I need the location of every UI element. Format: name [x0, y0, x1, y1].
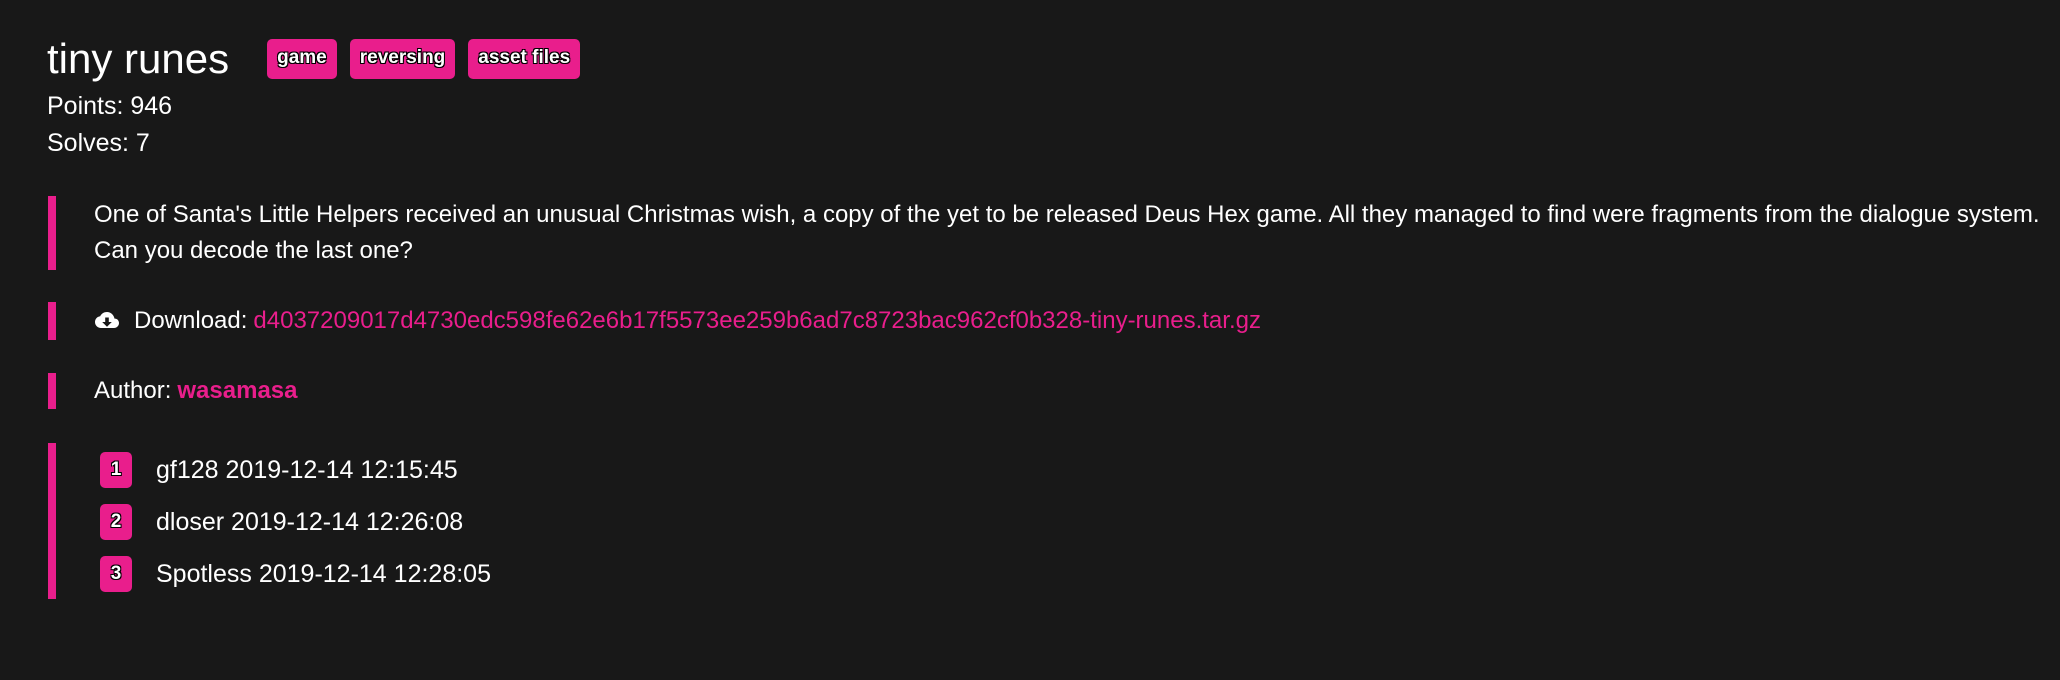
- tag-reversing: reversing: [349, 39, 456, 79]
- challenge-page: tiny runes game reversing asset files Po…: [0, 0, 2060, 680]
- rank-badge: 2: [100, 504, 132, 540]
- download-file-link[interactable]: d4037209017d4730edc598fe62e6b17f5573ee25…: [253, 307, 1261, 335]
- solve-row: 1 gf128 2019-12-14 12:15:45: [100, 451, 458, 489]
- solves-list: 1 gf128 2019-12-14 12:15:45 2 dloser 201…: [48, 443, 491, 599]
- solve-row: 3 Spotless 2019-12-14 12:28:05: [100, 555, 491, 593]
- solves-count-text: Solves: 7: [47, 129, 150, 157]
- download-block: Download: d4037209017d4730edc598fe62e6b1…: [48, 302, 1994, 340]
- author-link[interactable]: wasamasa: [177, 377, 297, 405]
- author-block: Author: wasamasa: [48, 373, 297, 409]
- title-row: tiny runes game reversing asset files: [47, 30, 593, 88]
- description-block: One of Santa's Little Helpers received a…: [48, 196, 2054, 270]
- tag-game: game: [267, 39, 337, 79]
- download-label: Download:: [134, 307, 248, 334]
- tag-asset-files: asset files: [468, 39, 581, 79]
- solve-entry: dloser 2019-12-14 12:26:08: [156, 507, 464, 536]
- points-text: Points: 946: [47, 92, 173, 120]
- challenge-description: One of Santa's Little Helpers received a…: [94, 201, 2040, 264]
- author-label: Author:: [94, 377, 172, 404]
- rank-badge: 3: [100, 556, 132, 592]
- solve-entry: gf128 2019-12-14 12:15:45: [156, 455, 458, 484]
- solve-row: 2 dloser 2019-12-14 12:26:08: [100, 503, 463, 541]
- challenge-title: tiny runes: [47, 35, 230, 82]
- rank-badge: 1: [100, 452, 132, 488]
- solve-entry: Spotless 2019-12-14 12:28:05: [156, 559, 491, 588]
- cloud-download-icon: [94, 310, 120, 332]
